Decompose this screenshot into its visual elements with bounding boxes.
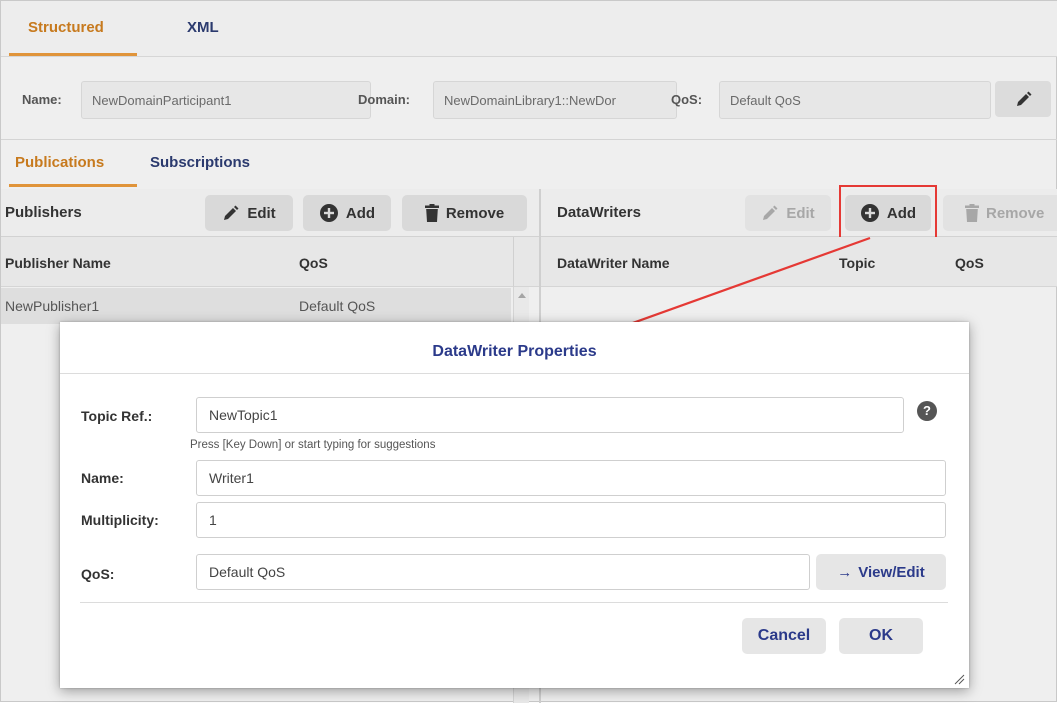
- pencil-icon: [1017, 91, 1032, 106]
- dialog-title: DataWriter Properties: [432, 343, 597, 360]
- add-button-highlight: [839, 185, 937, 239]
- tab-structured-underline: [9, 53, 137, 56]
- participant-qos-label: QoS:: [671, 92, 703, 107]
- multiplicity-input[interactable]: 1: [196, 502, 946, 538]
- pencil-icon: [763, 205, 778, 220]
- plus-circle-icon: [319, 204, 338, 222]
- help-icon[interactable]: ?: [917, 401, 937, 421]
- participant-name-field[interactable]: NewDomainParticipant1: [81, 81, 371, 119]
- participant-name-label: Name:: [22, 92, 62, 107]
- multiplicity-label: Multiplicity:: [81, 512, 159, 528]
- topic-ref-input[interactable]: NewTopic1: [196, 397, 904, 433]
- column-datawriter-qos[interactable]: QoS: [955, 255, 984, 271]
- publishers-edit-label: Edit: [247, 204, 276, 222]
- dialog-footer-divider: [80, 602, 948, 603]
- topic-ref-label: Topic Ref.:: [81, 408, 153, 424]
- participant-qos-edit-button[interactable]: [995, 81, 1051, 117]
- publishers-table-header: Publisher Name QoS: [1, 237, 513, 287]
- datawriters-toolbar: DataWriters Edit Add Remove: [541, 189, 1057, 237]
- tab-publications-underline: [9, 184, 137, 187]
- table-row[interactable]: NewPublisher1 Default QoS: [1, 288, 511, 324]
- datawriters-remove-label: Remove: [986, 204, 1045, 222]
- column-publisher-name[interactable]: Publisher Name: [5, 255, 111, 271]
- dialog-title-divider: [60, 373, 969, 374]
- column-publisher-qos[interactable]: QoS: [299, 255, 328, 271]
- tab-subscriptions[interactable]: Subscriptions: [150, 154, 250, 171]
- name-input[interactable]: Writer1: [196, 460, 946, 496]
- tab-xml[interactable]: XML: [187, 19, 219, 36]
- view-edit-button[interactable]: → View/Edit: [816, 554, 946, 590]
- trash-icon: [424, 204, 439, 222]
- publishers-header-spacer: [513, 237, 539, 287]
- ok-button[interactable]: OK: [839, 618, 923, 654]
- tab-publications[interactable]: Publications: [15, 154, 104, 171]
- qos-label: QoS:: [81, 566, 115, 582]
- publishers-add-button[interactable]: Add: [303, 195, 391, 231]
- publishers-title: Publishers: [5, 204, 82, 221]
- topic-ref-hint: Press [Key Down] or start typing for sug…: [190, 439, 436, 451]
- datawriters-remove-button[interactable]: Remove: [943, 195, 1057, 231]
- section-divider: [1, 139, 1057, 140]
- publishers-edit-button[interactable]: Edit: [205, 195, 293, 231]
- participant-domain-field[interactable]: NewDomainLibrary1::NewDor: [433, 81, 677, 119]
- publishers-toolbar: Publishers Edit Add Remove: [1, 189, 539, 237]
- datawriters-title: DataWriters: [557, 204, 641, 221]
- column-datawriter-name[interactable]: DataWriter Name: [557, 255, 670, 271]
- publishers-remove-button[interactable]: Remove: [402, 195, 527, 231]
- resize-grip-icon[interactable]: [953, 673, 965, 685]
- cancel-button[interactable]: Cancel: [742, 618, 826, 654]
- top-tab-bar: Structured XML: [1, 1, 1057, 57]
- participant-domain-label: Domain:: [358, 92, 410, 107]
- participant-qos-field[interactable]: Default QoS: [719, 81, 991, 119]
- tab-structured[interactable]: Structured: [28, 19, 104, 36]
- scroll-up-arrow-icon[interactable]: [518, 293, 526, 298]
- datawriters-table-header: DataWriter Name Topic QoS: [541, 237, 1057, 287]
- datawriters-edit-button[interactable]: Edit: [745, 195, 831, 231]
- arrow-right-icon: →: [837, 563, 853, 581]
- publisher-qos-cell: Default QoS: [299, 298, 376, 314]
- publishers-remove-label: Remove: [445, 204, 505, 222]
- publishers-add-label: Add: [345, 204, 376, 222]
- qos-input[interactable]: Default QoS: [196, 554, 810, 590]
- datawriter-properties-dialog: DataWriter Properties Topic Ref.: NewTop…: [60, 322, 969, 688]
- column-datawriter-topic[interactable]: Topic: [839, 255, 875, 271]
- pencil-icon: [224, 205, 239, 220]
- view-edit-label: View/Edit: [858, 563, 925, 581]
- name-label: Name:: [81, 470, 124, 486]
- publisher-name-cell: NewPublisher1: [5, 298, 100, 314]
- trash-icon: [965, 204, 979, 222]
- datawriters-edit-label: Edit: [786, 204, 815, 222]
